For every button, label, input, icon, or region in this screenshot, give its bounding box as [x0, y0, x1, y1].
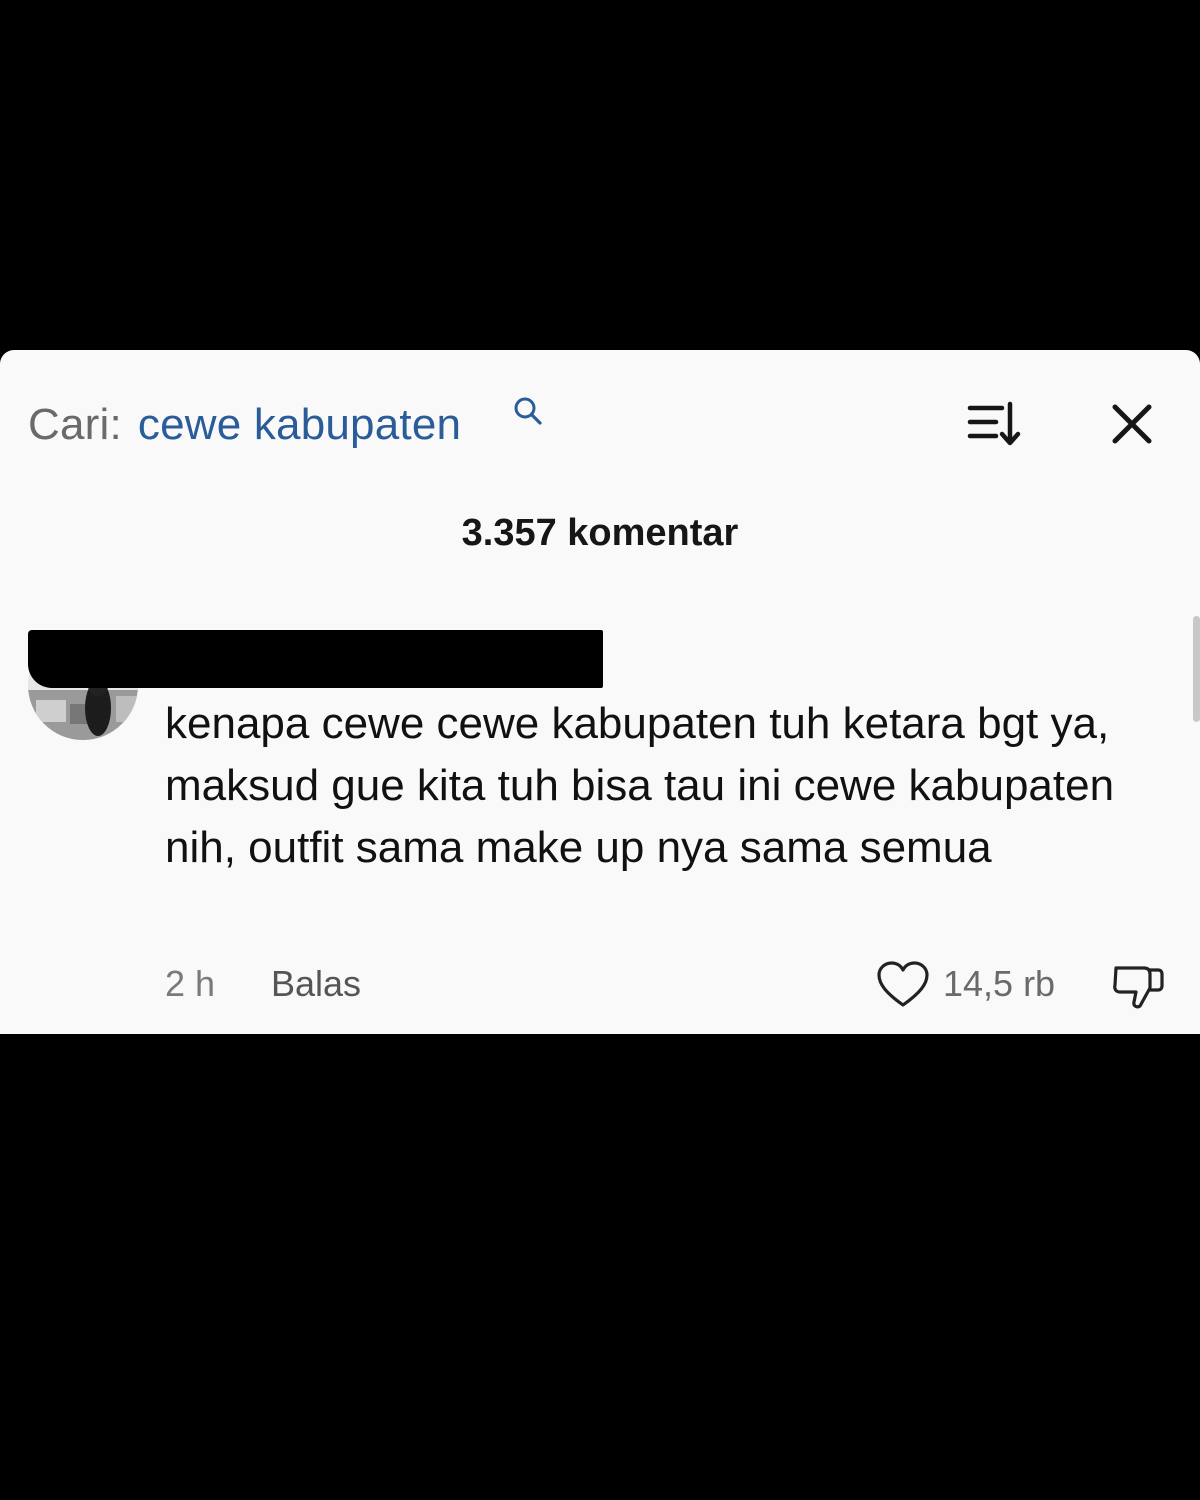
search-prefix: Cari: [28, 400, 122, 449]
like-count: 14,5 rb [943, 963, 1056, 1004]
search-bar[interactable]: Cari: cewe kabupaten [28, 395, 461, 455]
thumbs-down-icon[interactable] [1110, 958, 1166, 1014]
close-icon[interactable] [1110, 402, 1154, 446]
search-icon[interactable] [512, 395, 544, 427]
reply-button[interactable]: Balas [271, 963, 361, 1005]
comment-time: 2 h [165, 963, 216, 1004]
scrollbar[interactable] [1193, 616, 1200, 722]
comment-count: 3.357 komentar [461, 512, 739, 554]
heart-icon[interactable] [876, 960, 930, 1010]
search-query[interactable]: cewe kabupaten [138, 400, 461, 450]
sort-icon[interactable] [966, 400, 1024, 448]
username-redaction [28, 630, 603, 688]
comment-text: kenapa cewe cewe kabupaten tuh ketara bg… [165, 699, 1115, 872]
